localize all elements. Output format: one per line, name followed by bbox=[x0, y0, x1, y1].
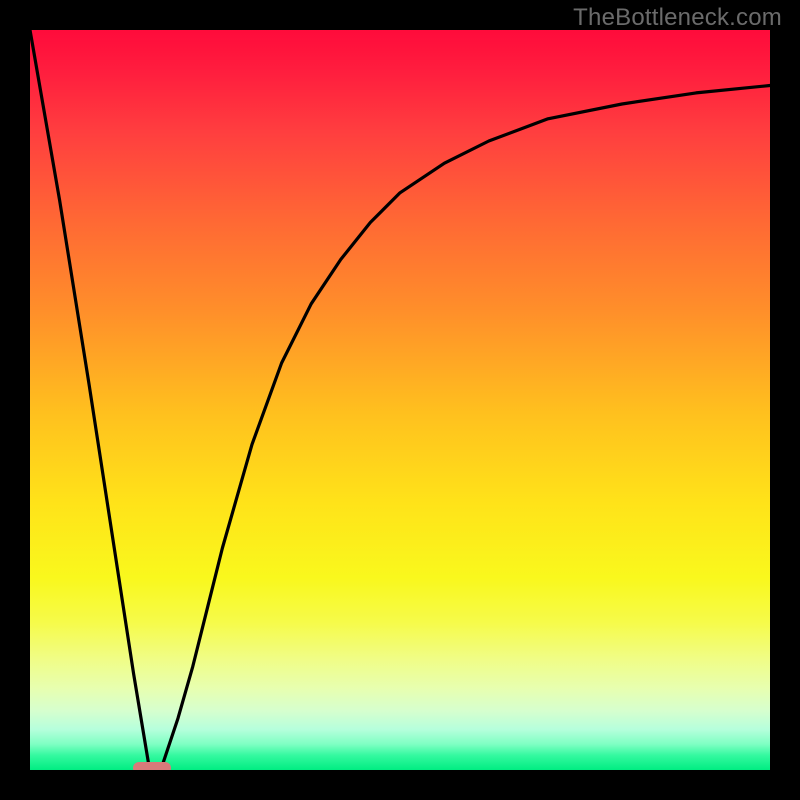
bottleneck-curve bbox=[30, 30, 770, 770]
optimal-marker bbox=[133, 762, 171, 770]
chart-frame: TheBottleneck.com bbox=[0, 0, 800, 800]
plot-area bbox=[30, 30, 770, 770]
watermark-text: TheBottleneck.com bbox=[573, 4, 782, 32]
